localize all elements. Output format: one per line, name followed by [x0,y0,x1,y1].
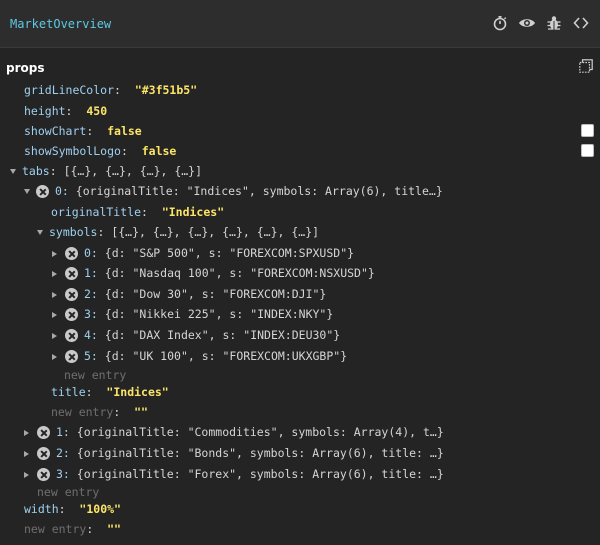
prop-row-showchart[interactable]: showChart: false [24,121,142,141]
expand-arrow-icon[interactable] [52,353,57,360]
tab-item-0[interactable]: 0: {originalTitle: "Indices", symbols: A… [24,181,443,201]
remove-item-icon[interactable] [37,468,50,481]
item-summary: {d: "Nikkei 225", s: "INDEX:NKY"} [104,307,334,321]
item-summary: {originalTitle: "Bonds", symbols: Array(… [76,446,444,460]
item-index: 3: [84,307,98,321]
item-index: 4: [84,328,98,342]
prop-key: gridLineColor [24,83,115,97]
collapse-arrow-icon[interactable] [24,189,30,194]
stopwatch-icon[interactable] [491,14,509,32]
prop-value[interactable]: "#3f51b5" [135,83,197,97]
item-index: 1: [84,266,98,280]
collapse-arrow-icon[interactable] [10,169,16,174]
symbol-item-1[interactable]: 1: {d: "Nasdaq 100", s: "FOREXCOM:NSXUSD… [52,263,375,283]
prop-value[interactable]: "Indices" [106,385,168,399]
expand-arrow-icon[interactable] [52,270,57,277]
item-index: 0: [55,184,69,198]
bug-icon[interactable] [545,14,563,32]
prop-key: originalTitle [51,205,142,219]
prop-row-tabs[interactable]: tabs: [{…}, {…}, {…}, {…}] [10,161,202,181]
symbol-item-4[interactable]: 4: {d: "DAX Index", s: "INDEX:DEU30"} [52,325,340,345]
new-entry-key[interactable]: new entry [51,405,113,419]
copy-icon[interactable] [579,59,593,73]
prop-value[interactable]: "Indices" [162,205,224,219]
item-summary: {d: "Dow 30", s: "FOREXCOM:DJI"} [104,287,327,301]
collapse-arrow-icon[interactable] [37,230,43,235]
prop-key: symbols [49,225,98,239]
toolbar-icons [491,14,590,32]
item-summary: {d: "Nasdaq 100", s: "FOREXCOM:NSXUSD"} [104,266,375,280]
prop-row-title[interactable]: title: "Indices" [51,382,169,402]
expand-arrow-icon[interactable] [52,250,57,257]
prop-key: width [24,502,59,516]
new-entry-label[interactable]: new entry [64,368,126,382]
remove-item-icon[interactable] [65,247,78,260]
expand-arrow-icon[interactable] [24,450,29,457]
expand-arrow-icon[interactable] [24,429,29,436]
expand-arrow-icon[interactable] [24,471,29,478]
component-title: MarketOverview [10,17,112,31]
prop-key: tabs [22,164,50,178]
remove-item-icon[interactable] [65,288,78,301]
props-new-entry[interactable]: new entry: "" [24,519,121,539]
code-icon[interactable] [572,14,590,32]
item-index: 2: [56,446,70,460]
tabs-summary: [{…}, {…}, {…}, {…}] [63,164,203,178]
remove-item-icon[interactable] [36,185,49,198]
item-summary: {originalTitle: "Indices", symbols: Arra… [75,184,443,198]
prop-key: showSymbolLogo [24,144,121,158]
prop-value[interactable]: false [107,124,142,138]
tab0-new-entry[interactable]: new entry: "" [51,402,148,422]
tab-item-3[interactable]: 3: {originalTitle: "Forex", symbols: Arr… [24,464,444,484]
symbol-item-0[interactable]: 0: {d: "S&P 500", s: "FOREXCOM:SPXUSD"} [52,243,354,263]
symbol-item-5[interactable]: 5: {d: "UK 100", s: "FOREXCOM:UKXGBP"} [52,346,347,366]
prop-value[interactable]: "100%" [79,502,121,516]
item-summary: {d: "UK 100", s: "FOREXCOM:UKXGBP"} [104,349,348,363]
prop-row-originaltitle[interactable]: originalTitle: "Indices" [51,202,224,222]
item-summary: {originalTitle: "Commodities", symbols: … [76,425,444,439]
item-summary: {originalTitle: "Forex", symbols: Array(… [76,467,444,481]
remove-item-icon[interactable] [37,426,50,439]
prop-key: title [51,385,86,399]
tab-item-2[interactable]: 2: {originalTitle: "Bonds", symbols: Arr… [24,443,444,463]
prop-key: height [24,104,66,118]
expand-arrow-icon[interactable] [52,332,57,339]
remove-item-icon[interactable] [65,267,78,280]
item-summary: {d: "DAX Index", s: "INDEX:DEU30"} [104,328,341,342]
item-index: 5: [84,349,98,363]
item-summary: {d: "S&P 500", s: "FOREXCOM:SPXUSD"} [104,246,355,260]
item-index: 0: [84,246,98,260]
tab-item-1[interactable]: 1: {originalTitle: "Commodities", symbol… [24,422,444,442]
symbols-summary: [{…}, {…}, {…}, {…}, {…}, {…}] [111,225,320,239]
remove-item-icon[interactable] [65,308,78,321]
item-index: 3: [56,467,70,481]
showsymbollogo-checkbox[interactable] [581,144,594,157]
symbol-item-2[interactable]: 2: {d: "Dow 30", s: "FOREXCOM:DJI"} [52,284,326,304]
prop-row-showsymbollogo[interactable]: showSymbolLogo: false [24,141,176,161]
prop-value[interactable]: false [142,144,177,158]
new-entry-value[interactable]: "" [107,522,121,536]
remove-item-icon[interactable] [65,329,78,342]
new-entry-label[interactable]: new entry [37,485,99,499]
prop-row-width[interactable]: width: "100%" [24,499,121,519]
remove-item-icon[interactable] [37,447,50,460]
new-entry-value[interactable]: "" [134,405,148,419]
item-index: 1: [56,425,70,439]
prop-key: showChart [24,124,87,138]
new-entry-key[interactable]: new entry [24,522,86,536]
remove-item-icon[interactable] [65,350,78,363]
prop-row-symbols[interactable]: symbols: [{…}, {…}, {…}, {…}, {…}, {…}] [37,222,319,242]
title-bar: MarketOverview [0,0,600,48]
prop-row-height[interactable]: height: 450 [24,101,107,121]
expand-arrow-icon[interactable] [52,311,57,318]
showchart-checkbox[interactable] [581,124,594,137]
expand-arrow-icon[interactable] [52,291,57,298]
prop-row-gridlinecolor[interactable]: gridLineColor: "#3f51b5" [24,80,197,100]
item-index: 2: [84,287,98,301]
props-heading: props [6,61,45,75]
eye-icon[interactable] [518,14,536,32]
prop-value[interactable]: 450 [86,104,107,118]
symbol-item-3[interactable]: 3: {d: "Nikkei 225", s: "INDEX:NKY"} [52,304,333,324]
